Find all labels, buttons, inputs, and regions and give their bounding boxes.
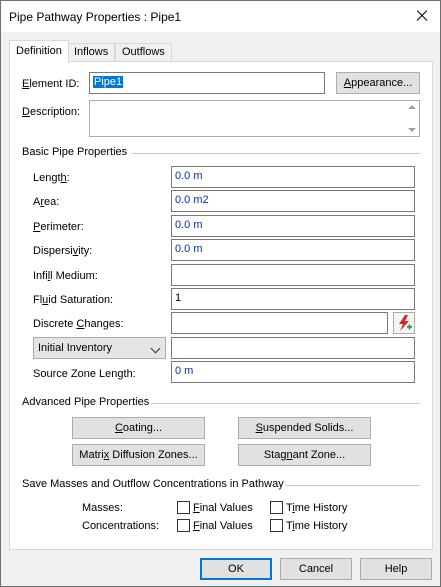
description-textarea[interactable] [89, 100, 420, 137]
element-id-input[interactable]: Pipe1 [89, 72, 325, 94]
discrete-changes-input[interactable] [171, 312, 388, 334]
masses-final-values-label: Final Values [193, 502, 253, 514]
infill-medium-label: Infill Medium: [33, 270, 98, 282]
basic-properties-heading: Basic Pipe Properties [22, 146, 128, 158]
dispersivity-label: Dispersivity: [33, 245, 93, 257]
coating-button[interactable]: Coating... [72, 417, 205, 439]
masses-label: Masses: [82, 502, 123, 514]
conc-time-history-label: Time History [286, 520, 348, 532]
source-zone-length-input[interactable]: 0 m [171, 361, 415, 383]
ok-button[interactable]: OK [200, 558, 272, 580]
conc-final-values-label: Final Values [193, 520, 253, 532]
concentrations-label: Concentrations: [82, 520, 160, 532]
cancel-button[interactable]: Cancel [280, 558, 352, 580]
conc-time-history-checkbox[interactable] [270, 519, 283, 532]
tab-inflows[interactable]: Inflows [67, 43, 116, 62]
perimeter-input[interactable]: 0.0 m [171, 215, 415, 237]
masses-time-history-label: Time History [286, 502, 348, 514]
area-input[interactable]: 0.0 m2 [171, 190, 415, 212]
section-divider [132, 153, 420, 154]
perimeter-label: Perimeter: [33, 221, 84, 233]
scroll-up-icon[interactable] [408, 105, 416, 109]
lightning-wizard-icon[interactable] [393, 312, 415, 334]
masses-time-history-checkbox[interactable] [270, 501, 283, 514]
fluid-saturation-input[interactable]: 1 [171, 288, 415, 310]
close-icon[interactable] [410, 5, 434, 27]
title-bar: Pipe Pathway Properties : Pipe1 [1, 1, 440, 32]
tab-definition[interactable]: Definition [9, 40, 69, 63]
dialog-window: Pipe Pathway Properties : Pipe1 Definiti… [0, 0, 441, 587]
area-label: Area: [33, 196, 60, 208]
source-zone-length-label: Source Zone Length: [33, 368, 136, 380]
stagnant-zone-button[interactable]: Stagnant Zone... [238, 444, 371, 466]
help-button[interactable]: Help [360, 558, 432, 580]
element-id-label: Element ID: [22, 78, 80, 90]
advanced-properties-heading: Advanced Pipe Properties [22, 396, 150, 408]
discrete-changes-label: Discrete Changes: [33, 318, 124, 330]
inventory-dropdown[interactable]: Initial Inventory [33, 337, 166, 359]
save-masses-heading: Save Masses and Outflow Concentrations i… [22, 478, 284, 490]
inventory-input[interactable] [171, 337, 415, 359]
chevron-down-icon [150, 343, 161, 354]
dispersivity-input[interactable]: 0.0 m [171, 239, 415, 261]
suspended-solids-button[interactable]: Suspended Solids... [238, 417, 371, 439]
masses-final-values-checkbox[interactable] [177, 501, 190, 514]
tab-outflows[interactable]: Outflows [115, 43, 172, 62]
description-label: Description: [22, 106, 81, 118]
scroll-down-icon[interactable] [408, 128, 416, 132]
section-divider [286, 485, 420, 486]
window-title: Pipe Pathway Properties : Pipe1 [9, 10, 182, 24]
length-label: Length: [33, 172, 70, 184]
conc-final-values-checkbox[interactable] [177, 519, 190, 532]
fluid-saturation-label: Fluid Saturation: [33, 294, 114, 306]
matrix-diffusion-zones-button[interactable]: Matrix Diffusion Zones... [72, 444, 205, 466]
section-divider [151, 403, 420, 404]
length-input[interactable]: 0.0 m [171, 166, 415, 188]
appearance-button[interactable]: Appearance... [336, 72, 420, 94]
definition-panel: Element ID: Pipe1 Appearance... Descript… [9, 61, 433, 550]
infill-medium-input[interactable] [171, 264, 415, 286]
